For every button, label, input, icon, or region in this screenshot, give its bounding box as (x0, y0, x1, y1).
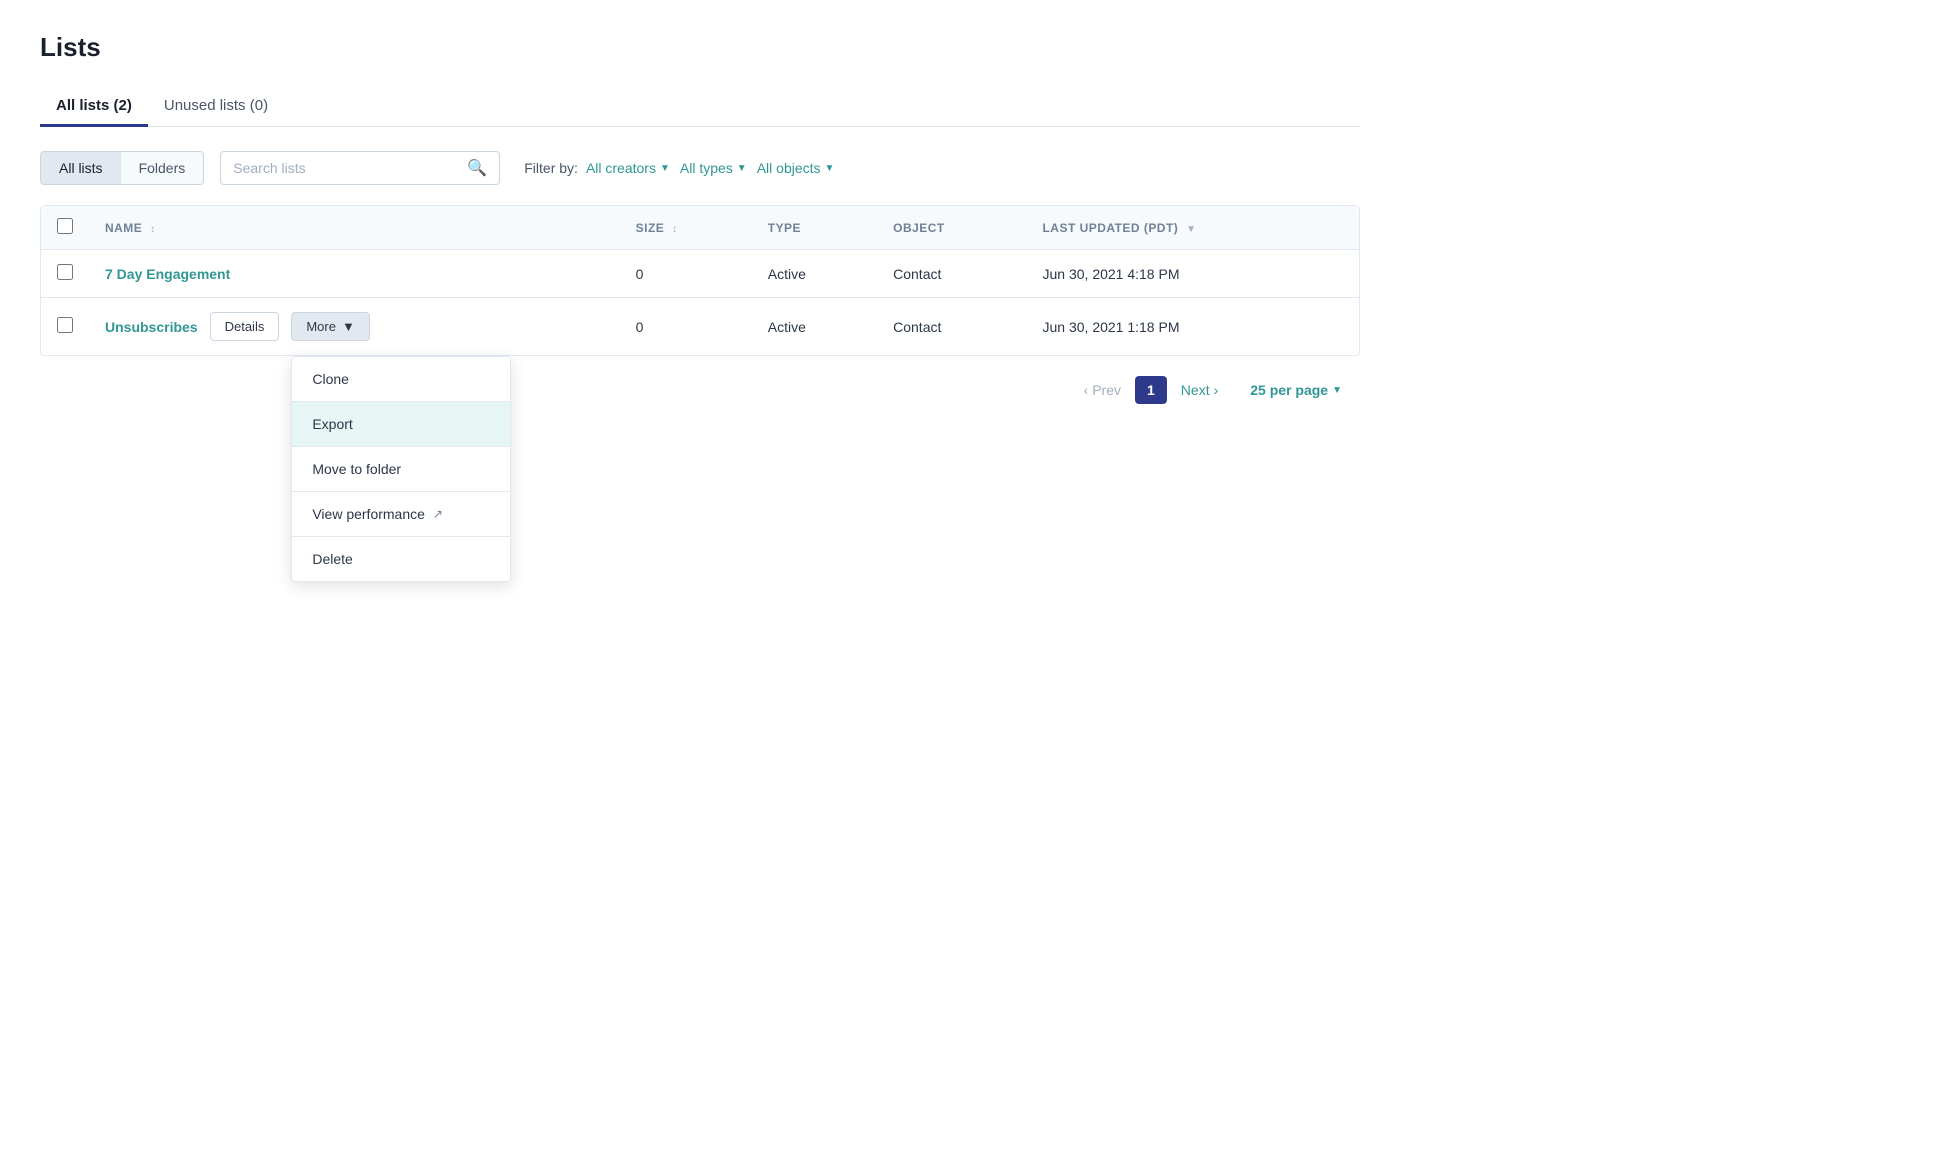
row-size-cell: 0 (620, 298, 752, 356)
filter-creators-button[interactable]: All creators ▼ (584, 156, 672, 180)
more-dropdown-menu: Clone Export Move to folder (291, 356, 511, 582)
row-last-updated-cell: Jun 30, 2021 1:18 PM (1027, 298, 1360, 356)
clone-label: Clone (312, 371, 349, 387)
filter-label: Filter by: (524, 160, 578, 176)
row-size-cell: 0 (620, 250, 752, 298)
list-name-link[interactable]: Unsubscribes (105, 319, 198, 335)
toolbar: All lists Folders 🔍 Filter by: All creat… (40, 151, 1360, 185)
list-name-link[interactable]: 7 Day Engagement (105, 266, 230, 282)
row-checkbox[interactable] (57, 264, 73, 280)
view-toggle: All lists Folders (40, 151, 204, 185)
dropdown-item-delete[interactable]: Delete (292, 537, 510, 581)
search-box: 🔍 (220, 151, 500, 185)
chevron-down-icon: ▼ (660, 163, 670, 174)
col-header-name[interactable]: NAME ↕ (89, 206, 620, 250)
view-performance-label: View performance (312, 506, 425, 522)
row-checkbox-cell (41, 250, 89, 298)
details-button[interactable]: Details (210, 312, 280, 341)
filter-row: Filter by: All creators ▼ All types ▼ Al… (524, 156, 836, 180)
col-header-object: OBJECT (877, 206, 1026, 250)
move-to-folder-label: Move to folder (312, 461, 401, 477)
dropdown-item-clone[interactable]: Clone (292, 357, 510, 402)
dropdown-item-view-performance[interactable]: View performance ↗ (292, 492, 510, 537)
dropdown-item-move-to-folder[interactable]: Move to folder (292, 447, 510, 492)
row-checkbox-cell (41, 298, 89, 356)
select-all-checkbox[interactable] (57, 218, 73, 234)
table-row: 7 Day Engagement 0 Active Contact Jun 30… (41, 250, 1359, 298)
prev-button[interactable]: ‹ Prev (1074, 376, 1131, 404)
search-icon: 🔍 (467, 158, 487, 178)
filter-types-button[interactable]: All types ▼ (678, 156, 749, 180)
lists-table-container: NAME ↕ SIZE ↕ TYPE OBJECT LAST UPDATED ( (40, 205, 1360, 356)
col-header-size[interactable]: SIZE ↕ (620, 206, 752, 250)
sort-icon-size: ↕ (672, 224, 677, 235)
more-dropdown-container: More ▼ Clone Export (291, 312, 370, 341)
view-folders-button[interactable]: Folders (121, 152, 204, 184)
external-link-icon: ↗ (433, 507, 443, 521)
delete-label: Delete (312, 551, 352, 567)
more-label: More (306, 319, 336, 334)
chevron-down-icon: ▼ (825, 163, 835, 174)
row-checkbox[interactable] (57, 317, 73, 333)
row-object-cell: Contact (877, 298, 1026, 356)
prev-label: Prev (1092, 382, 1121, 398)
search-input[interactable] (233, 160, 459, 176)
page-title: Lists (40, 32, 1360, 63)
chevron-left-icon: ‹ (1084, 382, 1089, 398)
chevron-down-icon: ▼ (737, 163, 747, 174)
row-name-cell: 7 Day Engagement (89, 250, 620, 298)
per-page-button[interactable]: 25 per page ▼ (1248, 378, 1344, 402)
row-last-updated-cell: Jun 30, 2021 4:18 PM (1027, 250, 1360, 298)
chevron-right-icon: › (1214, 382, 1219, 398)
col-header-type: TYPE (752, 206, 877, 250)
select-all-header (41, 206, 89, 250)
lists-table: NAME ↕ SIZE ↕ TYPE OBJECT LAST UPDATED ( (41, 206, 1359, 355)
table-header-row: NAME ↕ SIZE ↕ TYPE OBJECT LAST UPDATED ( (41, 206, 1359, 250)
row-object-cell: Contact (877, 250, 1026, 298)
filter-objects-label: All objects (757, 160, 821, 176)
pagination-row: ‹ Prev 1 Next › 25 per page ▼ (40, 356, 1360, 404)
filter-creators-label: All creators (586, 160, 656, 176)
view-all-lists-button[interactable]: All lists (41, 152, 121, 184)
more-button[interactable]: More ▼ (291, 312, 370, 341)
chevron-down-icon: ▼ (1332, 385, 1342, 396)
page-1-button[interactable]: 1 (1135, 376, 1167, 404)
sort-icon-last-updated: ▼ (1186, 224, 1196, 235)
dropdown-item-export[interactable]: Export (292, 402, 510, 447)
row-name-cell: Unsubscribes Details More ▼ (89, 298, 620, 356)
filter-types-label: All types (680, 160, 733, 176)
table-row: Unsubscribes Details More ▼ (41, 298, 1359, 356)
next-button[interactable]: Next › (1171, 376, 1228, 404)
col-header-last-updated[interactable]: LAST UPDATED (PDT) ▼ (1027, 206, 1360, 250)
chevron-down-icon: ▼ (342, 319, 355, 334)
filter-objects-button[interactable]: All objects ▼ (755, 156, 837, 180)
next-label: Next (1181, 382, 1210, 398)
name-actions-cell: Unsubscribes Details More ▼ (105, 312, 604, 341)
row-type-cell: Active (752, 298, 877, 356)
row-type-cell: Active (752, 250, 877, 298)
sort-icon-name: ↕ (150, 224, 155, 235)
tab-unused-lists[interactable]: Unused lists (0) (148, 87, 284, 127)
per-page-label: 25 per page (1250, 382, 1328, 398)
tabs-row: All lists (2) Unused lists (0) (40, 87, 1360, 127)
tab-all-lists[interactable]: All lists (2) (40, 87, 148, 127)
export-label: Export (312, 416, 352, 432)
